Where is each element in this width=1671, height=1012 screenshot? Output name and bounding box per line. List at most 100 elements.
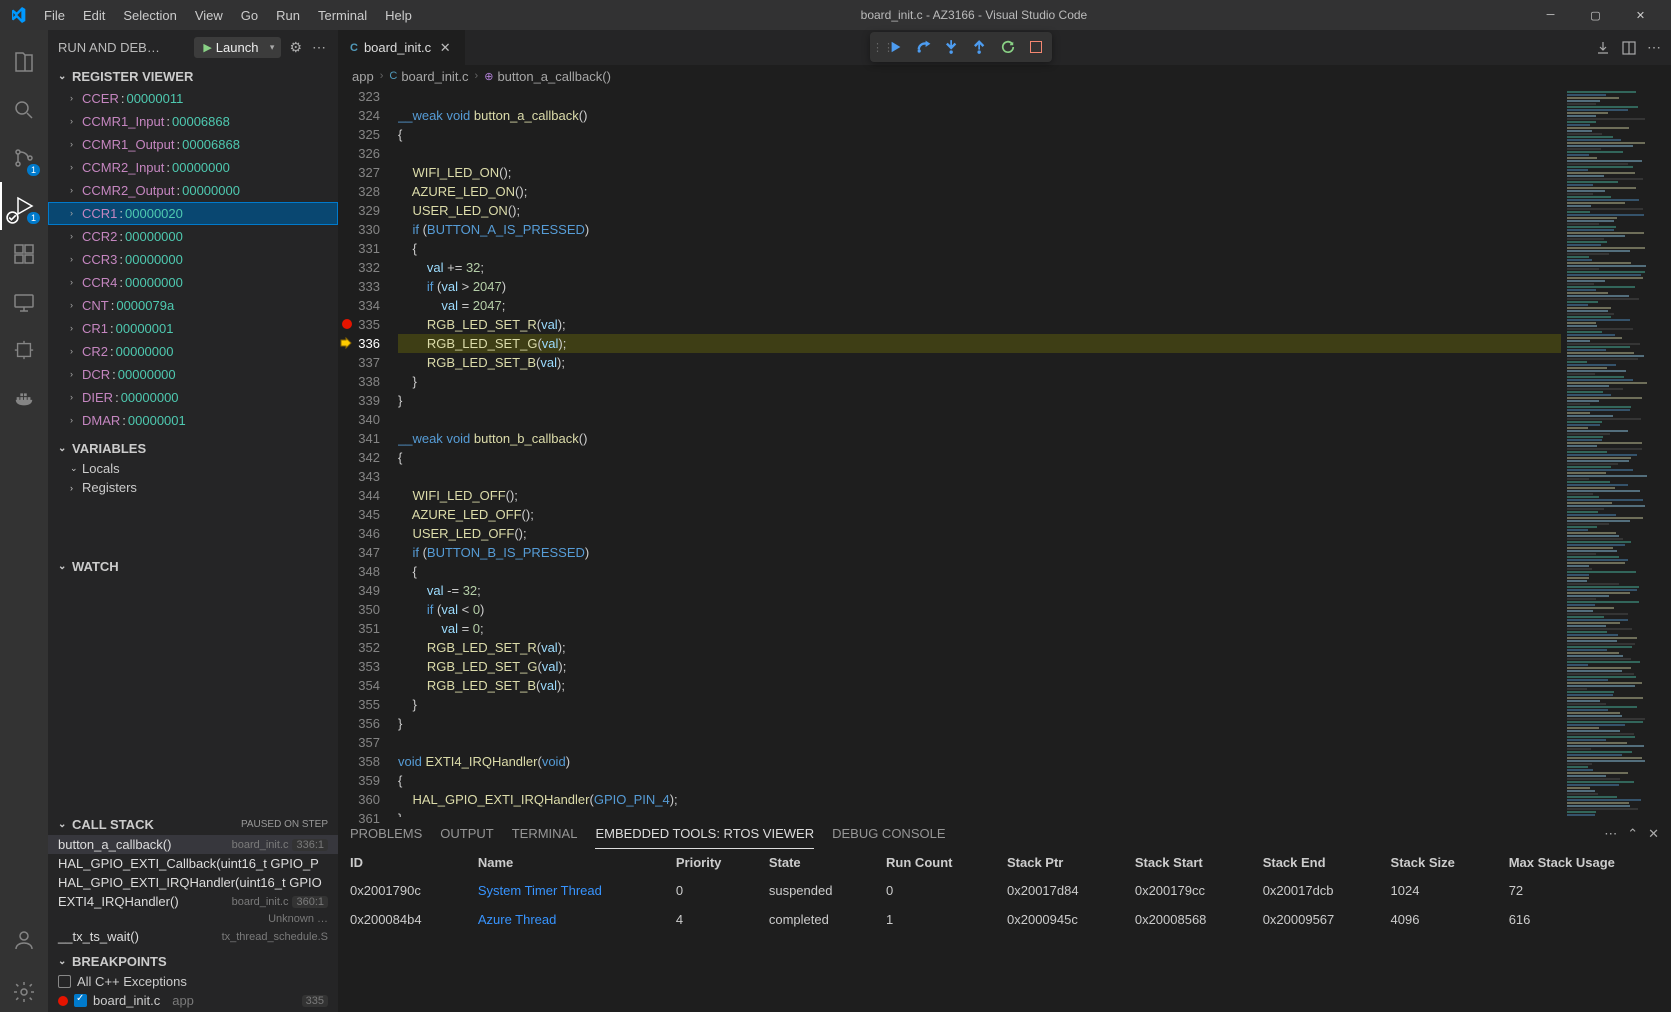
register-row[interactable]: ›CR2: 00000000 bbox=[48, 340, 338, 363]
code-content[interactable]: __weak void button_a_callback(){ WIFI_LE… bbox=[398, 87, 1561, 817]
minimap[interactable] bbox=[1561, 87, 1671, 817]
register-row[interactable]: ›CCMR2_Output: 00000000 bbox=[48, 179, 338, 202]
breadcrumb-item[interactable]: button_a_callback() bbox=[497, 69, 610, 84]
menu-edit[interactable]: Edit bbox=[75, 4, 113, 27]
download-icon[interactable] bbox=[1595, 40, 1611, 56]
more-icon[interactable]: ⋯ bbox=[310, 39, 328, 56]
register-row[interactable]: ›CCR2: 00000000 bbox=[48, 225, 338, 248]
column-header[interactable]: Priority bbox=[664, 849, 757, 876]
column-header[interactable]: Max Stack Usage bbox=[1497, 849, 1671, 876]
code-editor[interactable]: 3233243253263273283293303313323333343353… bbox=[338, 87, 1671, 817]
debug-toolbar[interactable]: ⋮⋮ bbox=[870, 32, 1052, 62]
close-icon[interactable]: ✕ bbox=[437, 40, 453, 56]
variables-scope[interactable]: ›Registers bbox=[48, 478, 338, 497]
register-row[interactable]: ›CCMR1_Output: 00006868 bbox=[48, 133, 338, 156]
step-out-button[interactable] bbox=[966, 34, 994, 60]
panel-tab-output[interactable]: OUTPUT bbox=[440, 819, 493, 848]
extensions-icon[interactable] bbox=[0, 230, 48, 278]
tab-board-init-c[interactable]: C board_init.c ✕ bbox=[338, 30, 466, 65]
callstack-header[interactable]: ⌄ CALL STACK PAUSED ON STEP bbox=[48, 813, 338, 835]
launch-config-select[interactable]: ▶ Launch bbox=[194, 37, 281, 58]
column-header[interactable]: Run Count bbox=[874, 849, 995, 876]
chevron-up-icon[interactable]: ⌃ bbox=[1627, 826, 1638, 842]
panel-tab-terminal[interactable]: TERMINAL bbox=[512, 819, 578, 848]
callstack-frame[interactable]: EXTI4_IRQHandler()board_init.c360:1 bbox=[48, 892, 338, 911]
column-header[interactable]: State bbox=[757, 849, 874, 876]
callstack-frame[interactable]: HAL_GPIO_EXTI_Callback(uint16_t GPIO_P bbox=[48, 854, 338, 873]
split-editor-icon[interactable] bbox=[1621, 40, 1637, 56]
more-icon[interactable]: ⋯ bbox=[1647, 39, 1661, 56]
callstack-frame[interactable]: button_a_callback()board_init.c336:1 bbox=[48, 835, 338, 854]
register-row[interactable]: ›EGR: xxxxxxxx bbox=[48, 432, 338, 437]
embedded-icon[interactable] bbox=[0, 326, 48, 374]
close-button[interactable]: ✕ bbox=[1618, 0, 1663, 30]
thread-row[interactable]: 0x2001790cSystem Timer Thread0suspended0… bbox=[338, 876, 1671, 905]
restart-button[interactable] bbox=[994, 34, 1022, 60]
continue-button[interactable] bbox=[882, 34, 910, 60]
run-debug-header: RUN AND DEB… ▶ Launch ⚙ ⋯ bbox=[48, 30, 338, 65]
menu-selection[interactable]: Selection bbox=[115, 4, 184, 27]
account-icon[interactable] bbox=[0, 916, 48, 964]
panel-tab-embedded-tools-rtos-viewer[interactable]: EMBEDDED TOOLS: RTOS VIEWER bbox=[595, 819, 814, 849]
register-row[interactable]: ›CCR4: 00000000 bbox=[48, 271, 338, 294]
callstack-frame[interactable]: Unknown … bbox=[48, 911, 338, 927]
grip-icon[interactable]: ⋮⋮ bbox=[872, 34, 882, 60]
menu-run[interactable]: Run bbox=[268, 4, 308, 27]
breadcrumb-item[interactable]: app bbox=[352, 69, 374, 84]
menu-file[interactable]: File bbox=[36, 4, 73, 27]
register-row[interactable]: ›DMAR: 00000001 bbox=[48, 409, 338, 432]
watch-header[interactable]: ⌄ WATCH bbox=[48, 555, 338, 577]
callstack-frame[interactable]: HAL_GPIO_EXTI_IRQHandler(uint16_t GPIO bbox=[48, 873, 338, 892]
breadcrumb[interactable]: app › C board_init.c › ⊕ button_a_callba… bbox=[338, 65, 1671, 87]
stop-button[interactable] bbox=[1022, 34, 1050, 60]
thread-name-link[interactable]: System Timer Thread bbox=[466, 876, 664, 905]
variables-header[interactable]: ⌄ VARIABLES bbox=[48, 437, 338, 459]
column-header[interactable]: Name bbox=[466, 849, 664, 876]
register-row[interactable]: ›CCER: 00000011 bbox=[48, 87, 338, 110]
register-row[interactable]: ›DCR: 00000000 bbox=[48, 363, 338, 386]
register-row[interactable]: ›CCMR2_Input: 00000000 bbox=[48, 156, 338, 179]
chevron-down-icon: ⌄ bbox=[58, 819, 72, 830]
thread-row[interactable]: 0x200084b4Azure Thread4completed10x20009… bbox=[338, 905, 1671, 934]
menu-help[interactable]: Help bbox=[377, 4, 420, 27]
column-header[interactable]: Stack Size bbox=[1379, 849, 1497, 876]
register-row[interactable]: ›DIER: 00000000 bbox=[48, 386, 338, 409]
maximize-button[interactable]: ▢ bbox=[1573, 0, 1618, 30]
checkbox[interactable] bbox=[58, 975, 71, 988]
more-icon[interactable]: ⋯ bbox=[1604, 826, 1617, 842]
column-header[interactable]: ID bbox=[338, 849, 466, 876]
register-row[interactable]: ›CCMR1_Input: 00006868 bbox=[48, 110, 338, 133]
breakpoints-header[interactable]: ⌄ BREAKPOINTS bbox=[48, 950, 338, 972]
run-debug-icon[interactable]: 1 bbox=[0, 182, 48, 230]
column-header[interactable]: Stack Start bbox=[1123, 849, 1251, 876]
breakpoint-item[interactable]: All C++ Exceptions bbox=[48, 972, 338, 991]
step-into-button[interactable] bbox=[938, 34, 966, 60]
column-header[interactable]: Stack End bbox=[1251, 849, 1379, 876]
minimize-button[interactable]: ─ bbox=[1528, 0, 1573, 30]
gear-icon[interactable]: ⚙ bbox=[287, 39, 304, 56]
thread-name-link[interactable]: Azure Thread bbox=[466, 905, 664, 934]
menu-terminal[interactable]: Terminal bbox=[310, 4, 375, 27]
panel-tab-debug-console[interactable]: DEBUG CONSOLE bbox=[832, 819, 945, 848]
column-header[interactable]: Stack Ptr bbox=[995, 849, 1123, 876]
checkbox[interactable] bbox=[74, 994, 87, 1007]
register-viewer-header[interactable]: ⌄ REGISTER VIEWER bbox=[48, 65, 338, 87]
register-row[interactable]: ›CR1: 00000001 bbox=[48, 317, 338, 340]
breakpoint-item[interactable]: board_init.capp335 bbox=[48, 991, 338, 1010]
register-row[interactable]: ›CNT: 0000079a bbox=[48, 294, 338, 317]
search-icon[interactable] bbox=[0, 86, 48, 134]
step-over-button[interactable] bbox=[910, 34, 938, 60]
close-icon[interactable]: ✕ bbox=[1648, 826, 1659, 842]
docker-icon[interactable] bbox=[0, 374, 48, 422]
source-control-icon[interactable]: 1 bbox=[0, 134, 48, 182]
remote-icon[interactable] bbox=[0, 278, 48, 326]
callstack-frame[interactable]: __tx_ts_wait()tx_thread_schedule.S bbox=[48, 927, 338, 946]
explorer-icon[interactable] bbox=[0, 38, 48, 86]
variables-scope[interactable]: ⌄Locals bbox=[48, 459, 338, 478]
breadcrumb-item[interactable]: board_init.c bbox=[401, 69, 468, 84]
register-row[interactable]: ›CCR3: 00000000 bbox=[48, 248, 338, 271]
menu-go[interactable]: Go bbox=[233, 4, 266, 27]
settings-icon[interactable] bbox=[0, 972, 48, 1012]
register-row[interactable]: ›CCR1: 00000020 bbox=[48, 202, 338, 225]
menu-view[interactable]: View bbox=[187, 4, 231, 27]
